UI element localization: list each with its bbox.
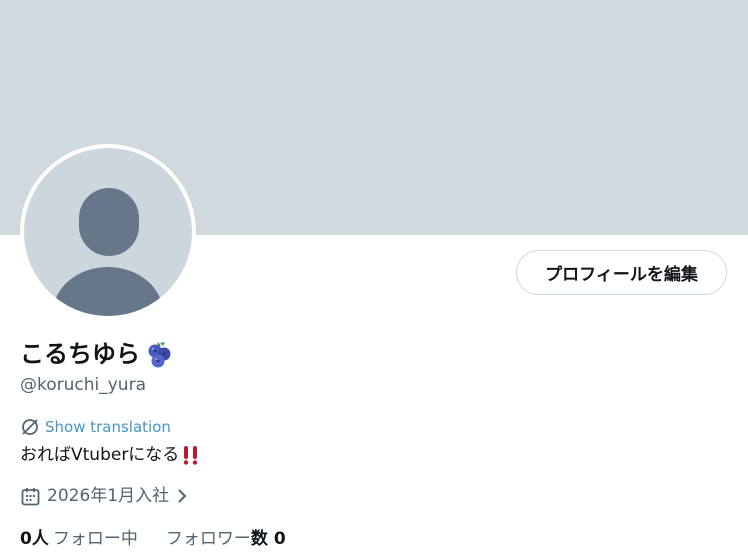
profile-handle: @koruchi_yura [20, 375, 146, 395]
following-link[interactable]: 0人 フォロー中 [20, 527, 138, 551]
joined-date-row[interactable]: 2026年1月入社 [20, 484, 189, 508]
following-count: 0人 [20, 529, 49, 549]
show-translation[interactable]: Show translation [20, 416, 171, 438]
profile-name-row: こるちゆら [20, 337, 174, 371]
chevron-right-icon [175, 487, 189, 505]
double-exclamation-icon [181, 444, 201, 466]
show-translation-link[interactable]: Show translation [45, 416, 171, 438]
followers-count: 0 [273, 529, 286, 549]
followers-label-suffix: 数 [250, 529, 268, 549]
bio-text: おればVtuberになる [20, 445, 180, 465]
blueberry-icon [144, 339, 174, 369]
followers-link[interactable]: フォロワー 数 0 [166, 527, 286, 551]
translate-icon [20, 417, 40, 437]
avatar[interactable] [20, 144, 196, 320]
display-name: こるちゆら [20, 340, 140, 368]
follow-stats: 0人 フォロー中 フォロワー 数 0 [20, 527, 286, 551]
profile-bio: おればVtuberになる [20, 443, 201, 467]
joined-date: 2026年1月入社 [47, 486, 170, 506]
calendar-icon [20, 486, 41, 507]
followers-label: フォロワー [165, 529, 251, 549]
default-avatar-icon [24, 148, 192, 316]
following-label: フォロー中 [52, 529, 138, 549]
edit-profile-button[interactable]: プロフィールを編集 [516, 250, 727, 295]
